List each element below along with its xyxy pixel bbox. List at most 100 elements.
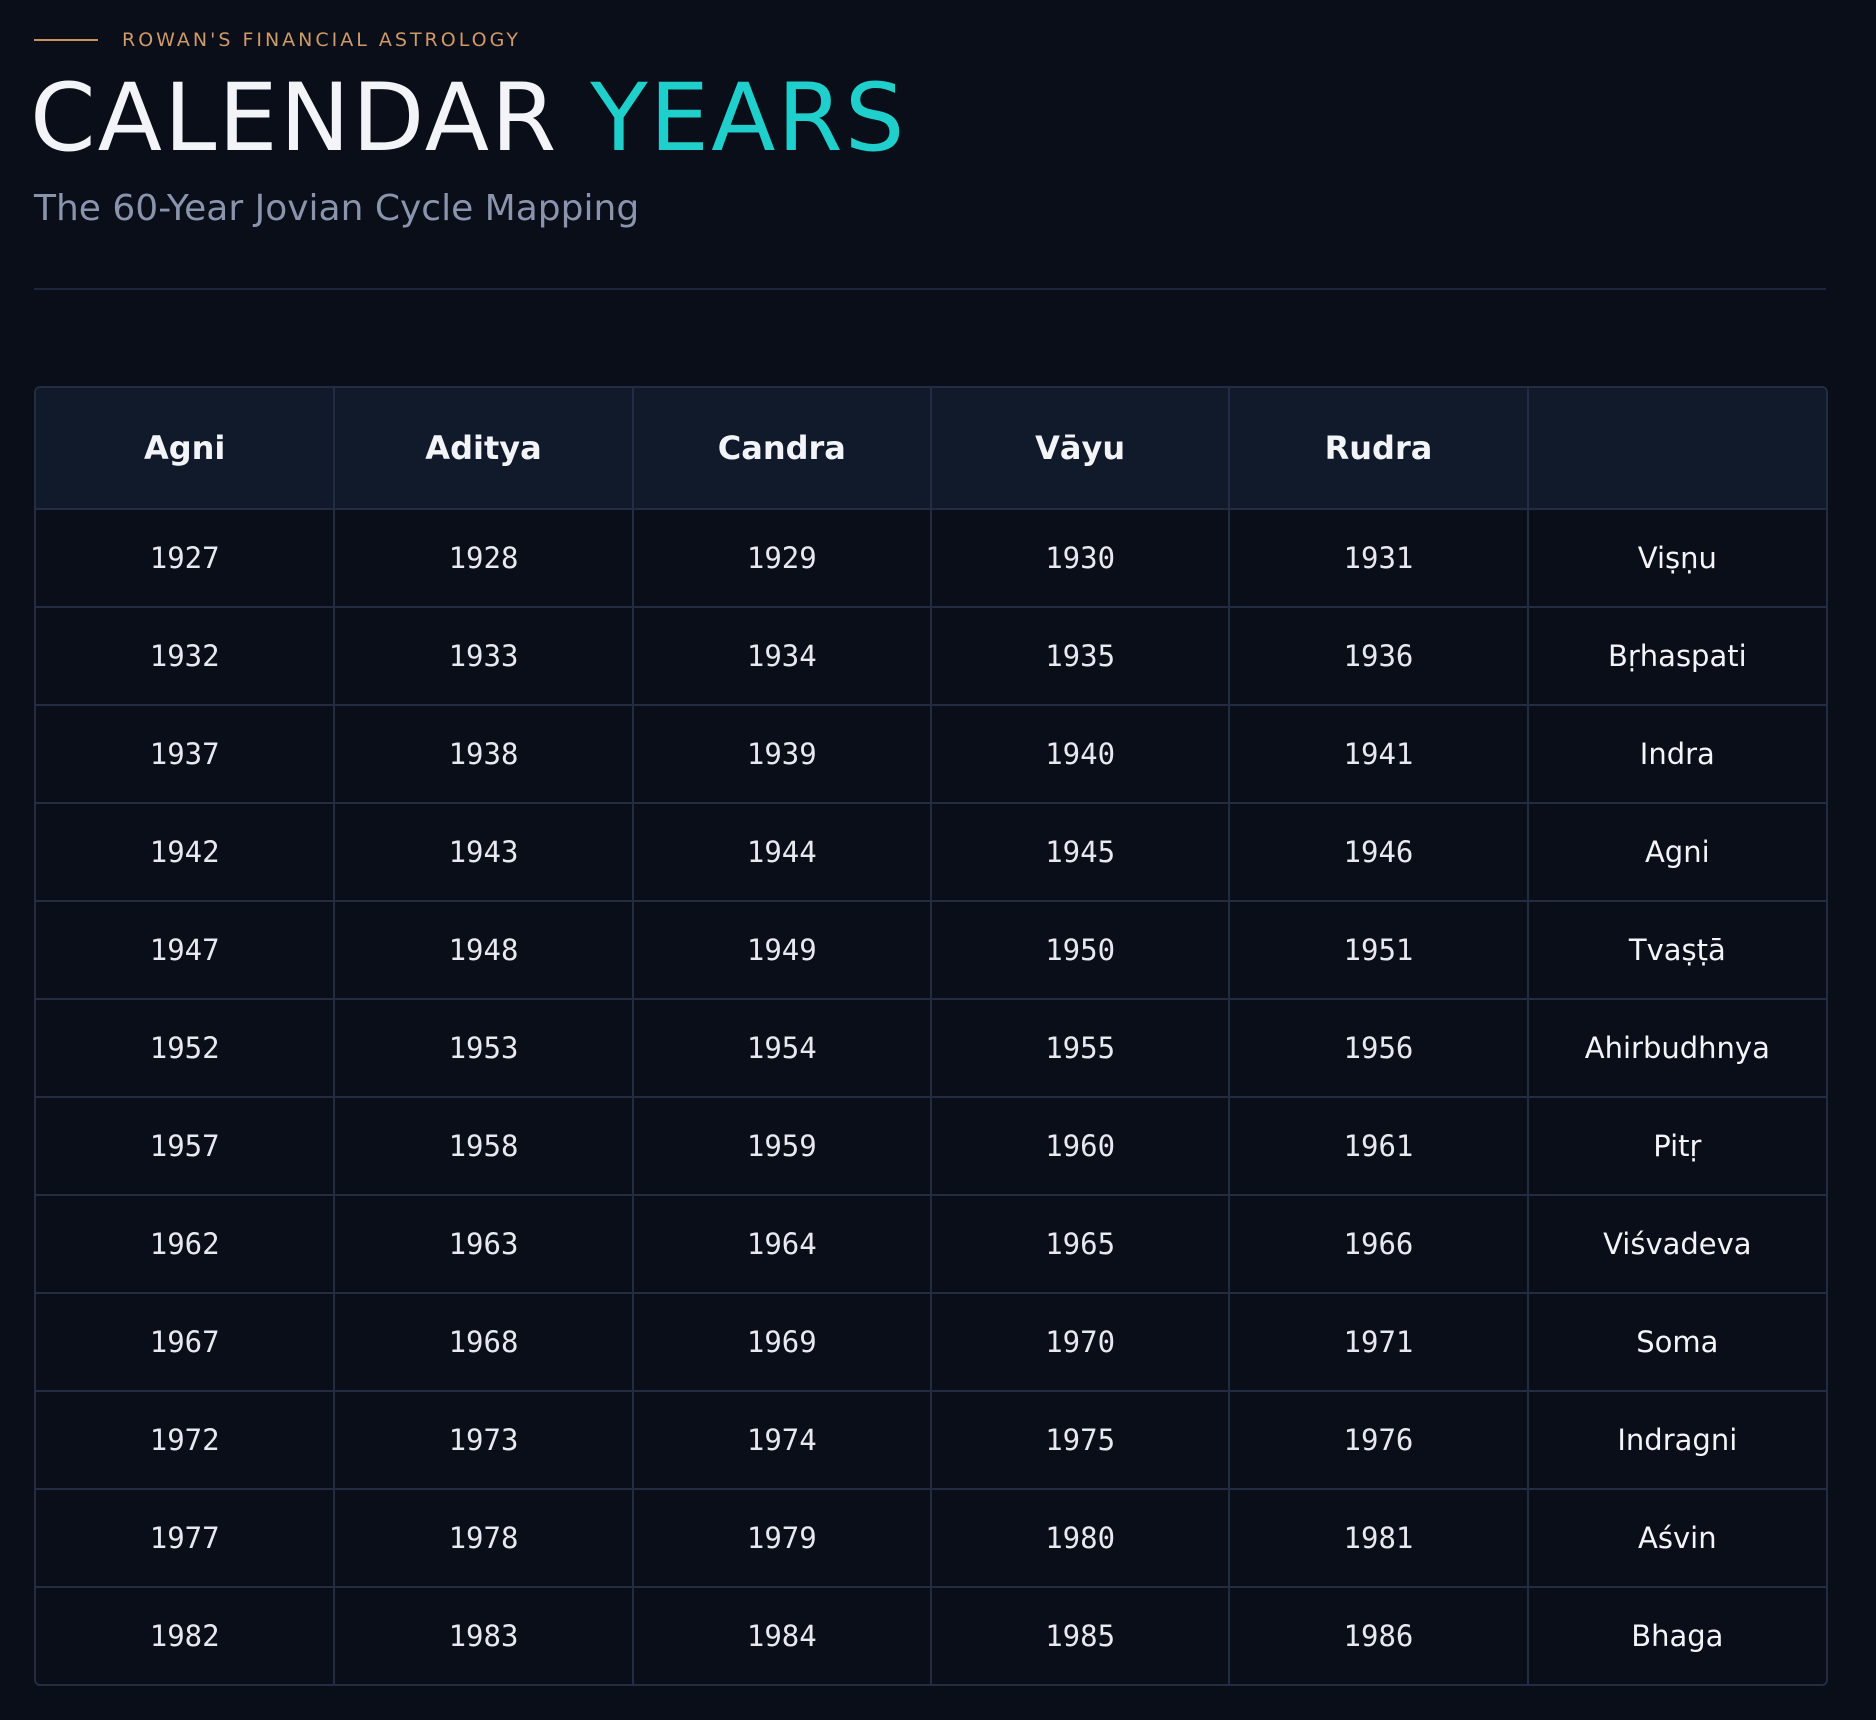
year-cell: 1945 [930,803,1231,902]
year-cell: 1953 [334,999,634,1098]
year-cell: 1963 [334,1195,634,1294]
table-row: 1952 1953 1954 1955 1956 Ahirbudhnya [36,999,1826,1098]
year-cell: 1946 [1229,803,1529,902]
column-header [1527,388,1826,510]
year-cell: 1961 [1229,1097,1529,1196]
year-cell: 1958 [334,1097,634,1196]
year-cell: 1942 [36,803,336,902]
year-cell: 1939 [632,705,932,804]
year-cell: 1950 [930,901,1231,1000]
year-cell: 1978 [334,1489,634,1588]
deity-cell: Viṣṇu [1527,509,1826,608]
column-header: Vāyu [930,388,1231,510]
column-header: Aditya [334,388,634,510]
deity-cell: Viśvadeva [1527,1195,1826,1294]
year-cell: 1956 [1229,999,1529,1098]
deity-cell: Bhaga [1631,1619,1724,1653]
year-cell: 1935 [930,607,1231,706]
year-cell: 1944 [632,803,932,902]
table-row: 1957 1958 1959 1960 1961 Pitṛ [36,1097,1826,1196]
deity-cell: Indra [1527,705,1826,804]
deity-cell: Pitṛ [1527,1097,1826,1196]
year-cell: 1965 [930,1195,1231,1294]
year-cell: 1975 [930,1391,1231,1490]
deity-cell: Indragni [1527,1391,1826,1490]
deity-cell: Aśvin [1527,1489,1826,1588]
year-cell: 1966 [1229,1195,1529,1294]
year-cell: 1943 [334,803,634,902]
year-cell: 1951 [1229,901,1529,1000]
year-cell: 1955 [930,999,1231,1098]
year-cell: 1964 [632,1195,932,1294]
year-cell: 1967 [36,1293,336,1392]
year-cell: 1970 [930,1293,1231,1392]
year-cell: 1973 [334,1391,634,1490]
table-row: 1982 1983 1984 1985 1986 Bhaga [36,1587,1826,1684]
year-cell: 1949 [632,901,932,1000]
year-cell: 1932 [36,607,336,706]
table-row: 1937 1938 1939 1940 1941 Indra [36,705,1826,804]
year-cell: 1971 [1229,1293,1529,1392]
year-cell: 1954 [632,999,932,1098]
year-cell: 1930 [930,509,1231,608]
eyebrow: ROWAN'S FINANCIAL ASTROLOGY [34,28,521,52]
column-header: Candra [632,388,932,510]
table-header: Agni Aditya Candra Vāyu Rudra [36,388,1826,510]
year-cell: 1979 [632,1489,932,1588]
deity-cell: Bṛhaspati [1527,607,1826,706]
year-cell: 1931 [1229,509,1529,608]
year-cell: 1980 [930,1489,1231,1588]
year-cell: 1940 [930,705,1231,804]
jovian-cycle-table: Agni Aditya Candra Vāyu Rudra 1927 1928 1929 19… [34,386,1828,1686]
table-row: 1947 1948 1949 1950 1951 Tvaṣṭā [36,901,1826,1000]
year-cell: 1957 [36,1097,336,1196]
year-cell: 1968 [334,1293,634,1392]
page-title-main: CALENDAR [30,64,559,173]
cycle-table: Agni Aditya Candra Vāyu Rudra 1927 1928 1929 19… [36,388,1826,1684]
year-cell: 1928 [334,509,634,608]
year-cell: 1986 [1229,1587,1529,1684]
year-cell: 1983 [334,1587,634,1684]
year-cell: 1948 [334,901,634,1000]
year-cell: 1982 [36,1587,336,1684]
page-subtitle: The 60-Year Jovian Cycle Mapping [34,188,640,229]
page-title-accent: YEARS [590,64,907,173]
deity-cell: Ahirbudhnya [1527,999,1826,1098]
year-cell: 1937 [36,705,336,804]
year-cell: 1927 [36,509,336,608]
header-divider [34,288,1826,290]
table-row: 1977 1978 1979 1980 1981 Aśvin [36,1489,1826,1588]
year-cell: 1984 [632,1587,932,1684]
year-cell: 1947 [36,901,336,1000]
table-row: 1927 1928 1929 1930 1931 Viṣṇu [36,509,1826,608]
year-cell: 1972 [36,1391,336,1490]
year-cell: 1938 [334,705,634,804]
column-header: Rudra [1229,388,1529,510]
year-cell: 1977 [36,1489,336,1588]
year-cell: 1976 [1229,1391,1529,1490]
column-header: Agni [36,388,336,510]
deity-cell: Agni [1527,803,1826,902]
deity-cell: Soma [1527,1293,1826,1392]
page-title: CALENDAR YEARS [30,64,906,174]
table-row: 1962 1963 1964 1965 1966 Viśvadeva [36,1195,1826,1294]
year-cell: 1952 [36,999,336,1098]
year-cell: 1934 [632,607,932,706]
table-row: 1942 1943 1944 1945 1946 Agni [36,803,1826,902]
year-cell: 1981 [1229,1489,1529,1588]
year-cell: 1985 [930,1587,1231,1684]
table-row: 1967 1968 1969 1970 1971 Soma [36,1293,1826,1392]
year-cell: 1941 [1229,705,1529,804]
table-header-row: Agni Aditya Candra Vāyu Rudra [36,388,1826,510]
year-cell: 1933 [334,607,634,706]
year-cell: 1974 [632,1391,932,1490]
table-row: 1932 1933 1934 1935 1936 Bṛhaspati [36,607,1826,706]
year-cell: 1936 [1229,607,1529,706]
table-row: 1972 1973 1974 1975 1976 Indragni [36,1391,1826,1490]
year-cell: 1969 [632,1293,932,1392]
eyebrow-rule [34,39,98,41]
eyebrow-text: ROWAN'S FINANCIAL ASTROLOGY [122,29,521,51]
year-cell: 1959 [632,1097,932,1196]
table-body: 1927 1928 1929 1930 1931 Viṣṇu 1932 1933 1934 193… [36,509,1826,1684]
year-cell: 1962 [36,1195,336,1294]
